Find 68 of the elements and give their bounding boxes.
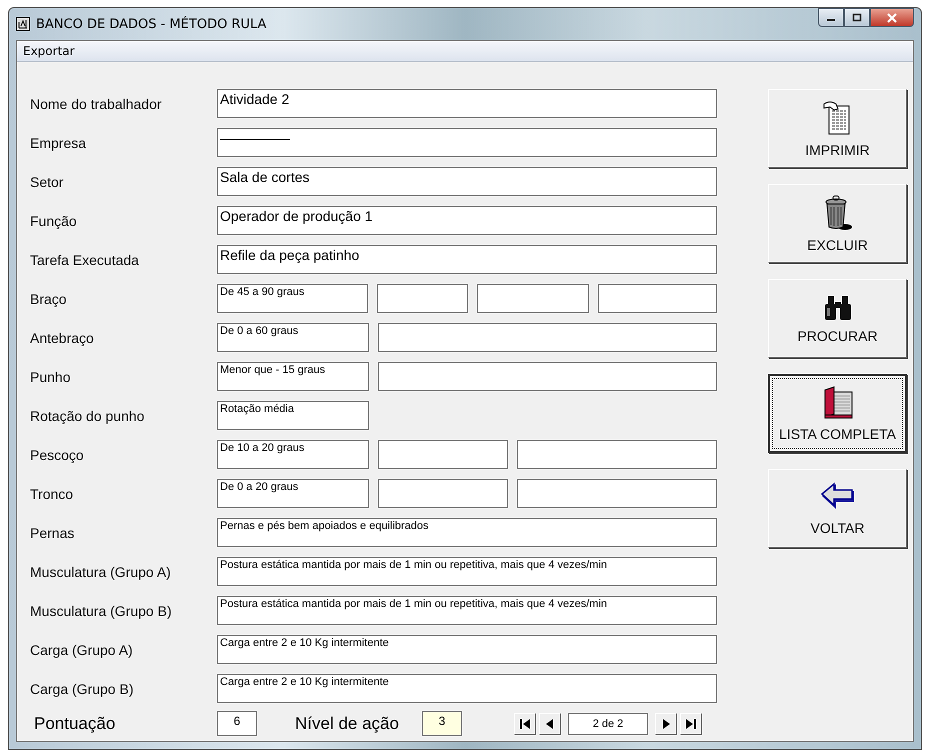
last-record-icon bbox=[685, 718, 697, 730]
input-field[interactable]: De 0 a 60 graus bbox=[217, 323, 369, 352]
score-label: Pontuação bbox=[34, 714, 116, 734]
next-icon bbox=[660, 718, 672, 730]
action-level-label: Nível de ação bbox=[295, 714, 400, 734]
close-button[interactable] bbox=[870, 8, 914, 27]
close-icon bbox=[886, 12, 898, 22]
input-field[interactable]: Atividade 2 bbox=[217, 89, 717, 118]
field-label: Tronco bbox=[30, 486, 74, 502]
field-label: Tarefa Executada bbox=[30, 252, 140, 268]
field-label: Carga (Grupo A) bbox=[30, 642, 134, 658]
field-label: Musculatura (Grupo B) bbox=[30, 602, 173, 618]
input-field[interactable] bbox=[517, 440, 717, 469]
input-field[interactable]: ————— bbox=[217, 128, 717, 157]
input-field[interactable] bbox=[517, 479, 717, 508]
input-field[interactable]: Menor que - 15 graus bbox=[217, 362, 369, 391]
input-field[interactable] bbox=[378, 440, 508, 469]
field-label: Setor bbox=[30, 174, 64, 190]
search-button[interactable]: PROCURAR bbox=[768, 279, 907, 358]
action-level-field[interactable]: 3 bbox=[422, 711, 462, 736]
field-label: Braço bbox=[30, 290, 68, 306]
field-label: Antebraço bbox=[30, 330, 95, 346]
input-field[interactable]: Pernas e pés bem apoiados e equilibrados bbox=[217, 518, 717, 547]
input-field[interactable]: De 10 a 20 graus bbox=[217, 440, 369, 469]
delete-button[interactable]: EXCLUIR bbox=[768, 184, 907, 263]
list-button[interactable]: LISTA COMPLETA bbox=[768, 374, 907, 453]
input-field[interactable]: Rotação média bbox=[217, 401, 369, 430]
input-field[interactable]: Carga entre 2 e 10 Kg intermitente bbox=[217, 635, 717, 664]
input-field[interactable] bbox=[378, 479, 508, 508]
input-field[interactable]: Carga entre 2 e 10 Kg intermitente bbox=[217, 674, 717, 703]
field-label: Pernas bbox=[30, 524, 76, 540]
print-button[interactable]: IMPRIMIR bbox=[768, 89, 907, 168]
input-field[interactable]: De 0 a 20 graus bbox=[217, 479, 369, 508]
previous-icon-button[interactable] bbox=[539, 712, 561, 734]
input-field[interactable] bbox=[598, 284, 717, 313]
next-icon-button[interactable] bbox=[655, 712, 677, 734]
input-field[interactable] bbox=[377, 284, 468, 313]
binoculars-icon bbox=[822, 294, 852, 322]
field-label: Função bbox=[30, 212, 78, 228]
field-label: Rotação do punho bbox=[30, 408, 146, 424]
field-label: Pescoço bbox=[30, 446, 85, 462]
input-field[interactable]: Sala de cortes bbox=[217, 167, 717, 196]
maximize-button[interactable] bbox=[844, 8, 870, 27]
field-label: Empresa bbox=[30, 134, 88, 150]
score-field[interactable]: 6 bbox=[217, 711, 257, 736]
input-field[interactable]: Postura estática mantida por mais de 1 min ou repetitiva, mais que 4 vezes/min bbox=[217, 596, 717, 625]
field-label: Punho bbox=[30, 368, 72, 384]
input-field[interactable]: Operador de produção 1 bbox=[217, 206, 717, 235]
last-record-icon-button[interactable] bbox=[680, 712, 702, 734]
record-position-field[interactable]: 2 de 2 bbox=[568, 712, 648, 734]
window-title: BANCO DE DADOS - MÉTODO RULA bbox=[36, 16, 266, 32]
input-field[interactable]: Refile da peça patinho bbox=[217, 245, 717, 274]
app-icon bbox=[16, 17, 30, 31]
first-record-icon-button[interactable] bbox=[514, 712, 536, 734]
input-field[interactable]: De 45 a 90 graus bbox=[217, 284, 368, 313]
field-label: Carga (Grupo B) bbox=[30, 680, 134, 696]
previous-icon bbox=[544, 718, 556, 730]
first-record-icon bbox=[519, 718, 531, 730]
input-field[interactable]: Postura estática mantida por mais de 1 min ou repetitiva, mais que 4 vezes/min bbox=[217, 557, 717, 586]
field-label: Nome do trabalhador bbox=[30, 96, 163, 112]
back-button[interactable]: VOLTAR bbox=[768, 469, 907, 548]
maximize-icon bbox=[852, 13, 862, 22]
input-field[interactable] bbox=[378, 323, 717, 352]
input-field[interactable] bbox=[477, 284, 589, 313]
minimize-button[interactable] bbox=[818, 8, 844, 27]
field-label: Musculatura (Grupo A) bbox=[30, 564, 172, 580]
input-field[interactable] bbox=[378, 362, 717, 391]
menu-item[interactable]: Exportar bbox=[17, 44, 81, 58]
